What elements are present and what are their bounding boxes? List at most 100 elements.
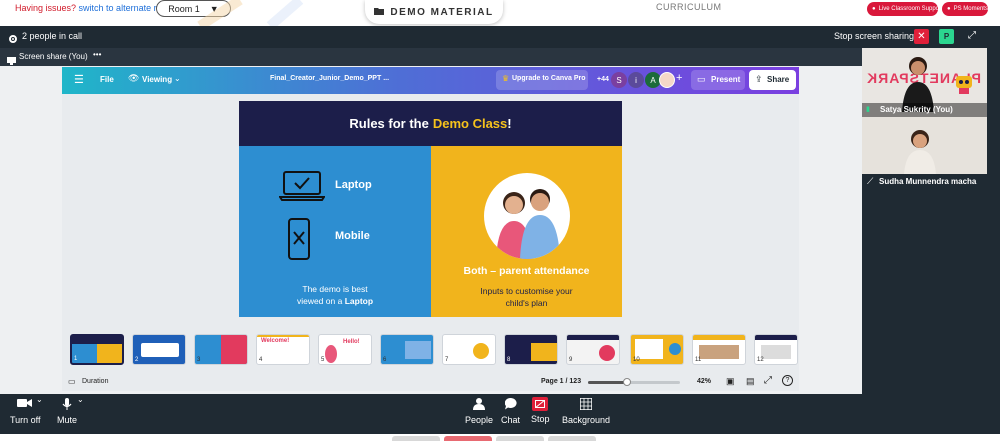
thumbnail-number: 5 [321, 357, 325, 363]
live-support-button[interactable]: ● Live Classroom Support [867, 2, 943, 16]
canva-footer: ▭ Duration Page 1 / 123 42% ▣ ▤ ⤢ ? [62, 372, 799, 392]
present-label: Present [711, 75, 741, 84]
background-icon [579, 397, 593, 412]
doc-title[interactable]: Final_Creator_Junior_Demo_PPT ... [270, 75, 389, 82]
thumbnail-2[interactable]: 2 [132, 334, 186, 365]
page-indicator: Page 1 / 123 [541, 378, 582, 385]
participant-name: Satya Sukrity (You) [880, 105, 953, 114]
participant-video-sudha [902, 123, 938, 174]
thumbnail-4[interactable]: Welcome! 4 [256, 334, 310, 365]
mic-icon: ▮ [866, 106, 870, 113]
share-button[interactable]: ⇪ Share [749, 70, 796, 90]
present-icon: ▭ [697, 74, 706, 84]
present-button[interactable]: ▭ Present [691, 70, 745, 90]
thumbnail-8[interactable]: 8 [504, 334, 558, 365]
mute-label: Mute [57, 415, 78, 425]
laptop-icon [278, 170, 326, 207]
ps-moments-button[interactable]: ● PS Moments [942, 2, 988, 16]
person-icon [473, 398, 486, 412]
parents-photo [484, 173, 570, 259]
thumbnail-number: 10 [633, 357, 640, 363]
chat-button[interactable]: Chat [501, 397, 521, 425]
grid-view-icon[interactable]: ▣ [726, 376, 735, 387]
eye-icon: 👁 [128, 73, 140, 83]
thumb-welcome-text: Welcome! [261, 338, 290, 344]
right-note-line-1: Inputs to customise your [480, 286, 573, 296]
help-icon[interactable]: ? [782, 375, 793, 386]
thumbnail-number: 2 [135, 357, 139, 363]
thumbnail-10[interactable]: 10 [630, 334, 684, 365]
participant-p-badge[interactable]: P [939, 29, 954, 44]
file-menu[interactable]: File [100, 75, 114, 84]
stop-label: Stop [531, 414, 550, 424]
thumbnail-3[interactable]: 3 [194, 334, 248, 365]
mute-toggle[interactable]: Mute [57, 398, 77, 425]
viewing-menu[interactable]: Viewing [142, 75, 172, 84]
slide-left-panel: Laptop Mobile The demo is best viewed on… [239, 146, 431, 317]
laptop-label: Laptop [335, 179, 372, 191]
slide-title-highlight: Demo Class [432, 116, 508, 131]
mobile-icon [287, 217, 311, 266]
thumbnail-number: 11 [695, 357, 702, 363]
upgrade-button[interactable]: ♛ Upgrade to Canva Pro [496, 70, 588, 90]
thumbnail-11[interactable]: 11 [692, 334, 746, 365]
camera-chevron-icon[interactable]: ⌄ [36, 395, 43, 404]
thumbnail-12[interactable]: 12 [754, 334, 798, 365]
background-label: Background [562, 415, 611, 425]
avatar-photo[interactable] [659, 72, 675, 88]
slide-right-panel: Both – parent attendance Inputs to custo… [431, 146, 622, 317]
turn-off-label: Turn off [10, 415, 41, 425]
robot-mascot-icon [954, 72, 974, 99]
expand-icon[interactable]: ⤢ [968, 30, 976, 41]
menu-icon[interactable]: ☰ [74, 73, 84, 86]
slide-title-part-c: ! [507, 116, 512, 131]
zoom-slider-handle[interactable] [623, 378, 631, 386]
fullscreen-icon[interactable]: ⤢ [764, 375, 772, 386]
collaborator-count[interactable]: +44 [597, 76, 609, 83]
decorative-strokes [197, 0, 304, 26]
thumbnail-6[interactable]: 6 [380, 334, 434, 365]
share-label: Share [767, 75, 790, 84]
left-note: The demo is best viewed on a Laptop [239, 283, 431, 307]
duration-label[interactable]: Duration [82, 378, 108, 385]
live-support-label: Live Classroom Support [878, 6, 943, 12]
thumbnail-5[interactable]: Hello! 5 [318, 334, 372, 365]
thumbnail-9[interactable]: 9 [566, 334, 620, 365]
curriculum-link[interactable]: CURRICULUM [656, 2, 722, 12]
slide-title: Rules for the Demo Class ! [239, 101, 622, 146]
moments-icon: ● [947, 6, 951, 12]
pages-icon[interactable]: ▤ [746, 376, 755, 387]
zoom-level: 42% [697, 378, 712, 385]
thumbnail-number: 4 [259, 357, 263, 363]
right-note: Inputs to customise your child's plan [431, 285, 622, 309]
people-button[interactable]: People [465, 398, 493, 425]
thumbnail-number: 8 [507, 357, 511, 363]
people-label: People [465, 415, 494, 425]
chat-label: Chat [501, 415, 521, 425]
zoom-slider[interactable] [588, 378, 680, 386]
avatar-s[interactable]: S [611, 72, 627, 88]
thumbnail-number: 9 [569, 357, 573, 363]
participant-tile-sudha[interactable] [862, 117, 987, 174]
background-button[interactable]: Background [562, 397, 611, 425]
stop-sharing-button[interactable]: ✕ [914, 29, 929, 44]
call-bar: 2 people in call Stop screen sharing ✕ P… [0, 26, 1000, 48]
support-icon: ● [872, 6, 876, 12]
more-options-icon[interactable]: ••• [93, 50, 101, 59]
gear-icon[interactable] [8, 31, 18, 49]
thumbnail-number: 3 [197, 357, 201, 363]
avatar-i[interactable]: i [628, 72, 644, 88]
crown-icon: ♛ [502, 74, 510, 83]
thumbnail-1[interactable]: 1 [70, 334, 124, 365]
plus-icon[interactable]: + [676, 72, 682, 84]
mic-chevron-icon[interactable]: ⌄ [77, 395, 84, 404]
mic-muted-icon: ⟋ [867, 176, 874, 186]
main-slide: Rules for the Demo Class ! Laptop Mobile… [239, 101, 622, 317]
duration-icon[interactable]: ▭ [68, 377, 76, 386]
thumbnail-7[interactable]: 7 [442, 334, 496, 365]
participant-tile-you[interactable]: PLANETSPARK ▮ Satya Sukrity (You) [862, 48, 987, 117]
stop-share-button[interactable]: Stop [531, 397, 550, 424]
thumbnail-number: 1 [74, 356, 78, 362]
issue-prefix: Having issues? [15, 3, 77, 13]
slide-title-part-a: Rules for the [349, 116, 429, 131]
